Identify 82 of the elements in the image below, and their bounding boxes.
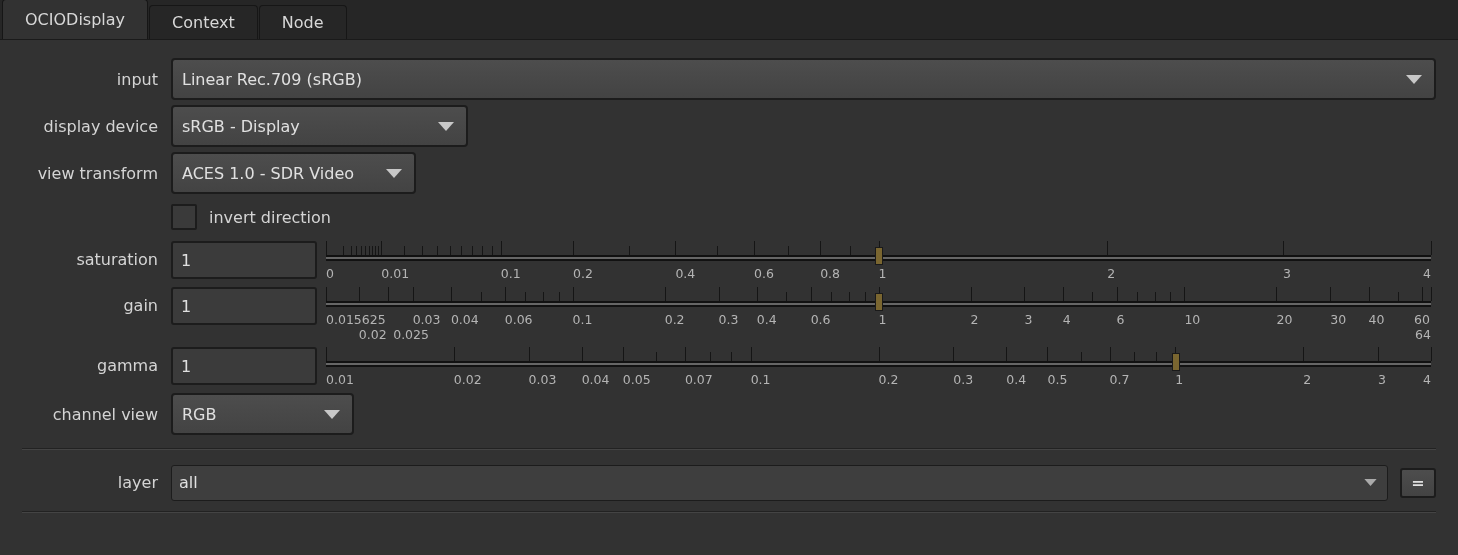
tick-label: 1 bbox=[1175, 372, 1184, 387]
caret-icon bbox=[1406, 74, 1422, 84]
field-label: saturation bbox=[75, 249, 159, 271]
field-label: channel view bbox=[51, 404, 159, 424]
tick-label: 2 bbox=[1107, 266, 1116, 281]
tick-label: 0.02 bbox=[358, 327, 387, 342]
tick-label: 0.6 bbox=[810, 312, 831, 327]
number-field[interactable]: 1 bbox=[171, 241, 317, 279]
tick-label: 0.03 bbox=[412, 312, 441, 327]
tab[interactable]: OCIODisplay bbox=[2, 0, 149, 39]
tick-label: 2 bbox=[970, 312, 979, 327]
slider[interactable]: 0 0.01 0.1 0.2 0.4 0.6 0.8 1 2 3 4 bbox=[326, 241, 1431, 285]
tick-label: 0.3 bbox=[953, 372, 974, 387]
slider[interactable]: 0.015625 0.02 0.025 0.03 0.04 0.06 0.1 0.2 0.3 0.4 0.6 1 2 3 4 6 10 20 30 40 60 64 bbox=[326, 287, 1431, 345]
checkbox[interactable] bbox=[171, 204, 197, 230]
tick-label: 0 bbox=[326, 266, 334, 281]
tick-label: 30 bbox=[1330, 312, 1347, 327]
tick-label: 64 bbox=[1415, 327, 1431, 342]
dropdown[interactable]: all bbox=[171, 464, 1388, 501]
tick-label: 0.01 bbox=[326, 372, 354, 387]
number-field[interactable]: 1 bbox=[171, 347, 317, 385]
tick-label: 4 bbox=[1062, 312, 1071, 327]
caret-icon bbox=[438, 121, 454, 131]
field-label: gamma bbox=[96, 355, 159, 377]
tick-label: 0.2 bbox=[573, 266, 593, 281]
tick-label: 0.2 bbox=[878, 372, 899, 387]
tick-label: 20 bbox=[1276, 312, 1293, 327]
field-label: display device bbox=[42, 116, 159, 136]
field-label: view transform bbox=[36, 163, 159, 183]
slider-thumb[interactable] bbox=[874, 293, 883, 311]
tick-label: 0.4 bbox=[1006, 372, 1027, 387]
tick-label: 2 bbox=[1303, 372, 1312, 387]
tick-label: 40 bbox=[1368, 312, 1385, 327]
tick-label: 0.04 bbox=[581, 372, 610, 387]
caret-icon bbox=[386, 168, 402, 178]
tick-label: 0.4 bbox=[675, 266, 696, 281]
tick-label: 6 bbox=[1116, 312, 1125, 327]
checkbox-label: invert direction bbox=[209, 207, 331, 227]
tick-label: 0.07 bbox=[684, 372, 713, 387]
tick-label: 0.015625 bbox=[326, 312, 386, 327]
tick-label: 0.02 bbox=[453, 372, 482, 387]
tick-label: 0.6 bbox=[753, 266, 774, 281]
tick-label: 0.1 bbox=[750, 372, 771, 387]
tick-label: 10 bbox=[1184, 312, 1201, 327]
tick-label: 0.03 bbox=[528, 372, 557, 387]
slider-thumb[interactable] bbox=[874, 247, 883, 265]
tab[interactable]: Node bbox=[258, 5, 347, 39]
tick-label: 4 bbox=[1423, 372, 1431, 387]
tick-label: 0.4 bbox=[756, 312, 777, 327]
caret-icon bbox=[324, 409, 340, 419]
tick-label: 0.06 bbox=[504, 312, 533, 327]
dropdown[interactable]: Linear Rec.709 (sRGB) bbox=[171, 58, 1436, 100]
tick-label: 1 bbox=[878, 266, 887, 281]
link-button[interactable]: = bbox=[1400, 467, 1436, 498]
tab[interactable]: Context bbox=[149, 5, 258, 39]
dropdown[interactable]: RGB bbox=[171, 393, 354, 435]
slider-thumb[interactable] bbox=[1171, 353, 1180, 371]
tick-label: 4 bbox=[1423, 266, 1431, 281]
number-field[interactable]: 1 bbox=[171, 287, 317, 325]
tick-label: 0.7 bbox=[1109, 372, 1130, 387]
dropdown[interactable]: ACES 1.0 - SDR Video bbox=[171, 152, 416, 194]
tick-label: 60 bbox=[1414, 312, 1430, 327]
tick-label: 3 bbox=[1024, 312, 1033, 327]
caret-icon bbox=[1364, 479, 1377, 486]
tick-label: 3 bbox=[1377, 372, 1386, 387]
tick-label: 0.025 bbox=[393, 327, 429, 342]
tick-label: 0.04 bbox=[450, 312, 479, 327]
tick-label: 0.01 bbox=[381, 266, 410, 281]
field-label: input bbox=[115, 69, 159, 89]
tick-label: 3 bbox=[1282, 266, 1291, 281]
dropdown[interactable]: sRGB - Display bbox=[171, 105, 468, 147]
tick-label: 0.8 bbox=[820, 266, 841, 281]
tick-label: 0.2 bbox=[664, 312, 685, 327]
tick-label: 0.05 bbox=[622, 372, 651, 387]
tick-label: 0.3 bbox=[718, 312, 739, 327]
tick-label: 0.1 bbox=[500, 266, 521, 281]
field-label: gain bbox=[122, 295, 159, 317]
tick-label: 0.5 bbox=[1047, 372, 1068, 387]
field-label: layer bbox=[116, 473, 159, 492]
slider[interactable]: 0.01 0.02 0.03 0.04 0.05 0.07 0.1 0.2 0.3 0.4 0.5 0.7 1 2 3 4 bbox=[326, 347, 1431, 391]
tick-label: 0.1 bbox=[572, 312, 593, 327]
tick-label: 1 bbox=[878, 312, 887, 327]
